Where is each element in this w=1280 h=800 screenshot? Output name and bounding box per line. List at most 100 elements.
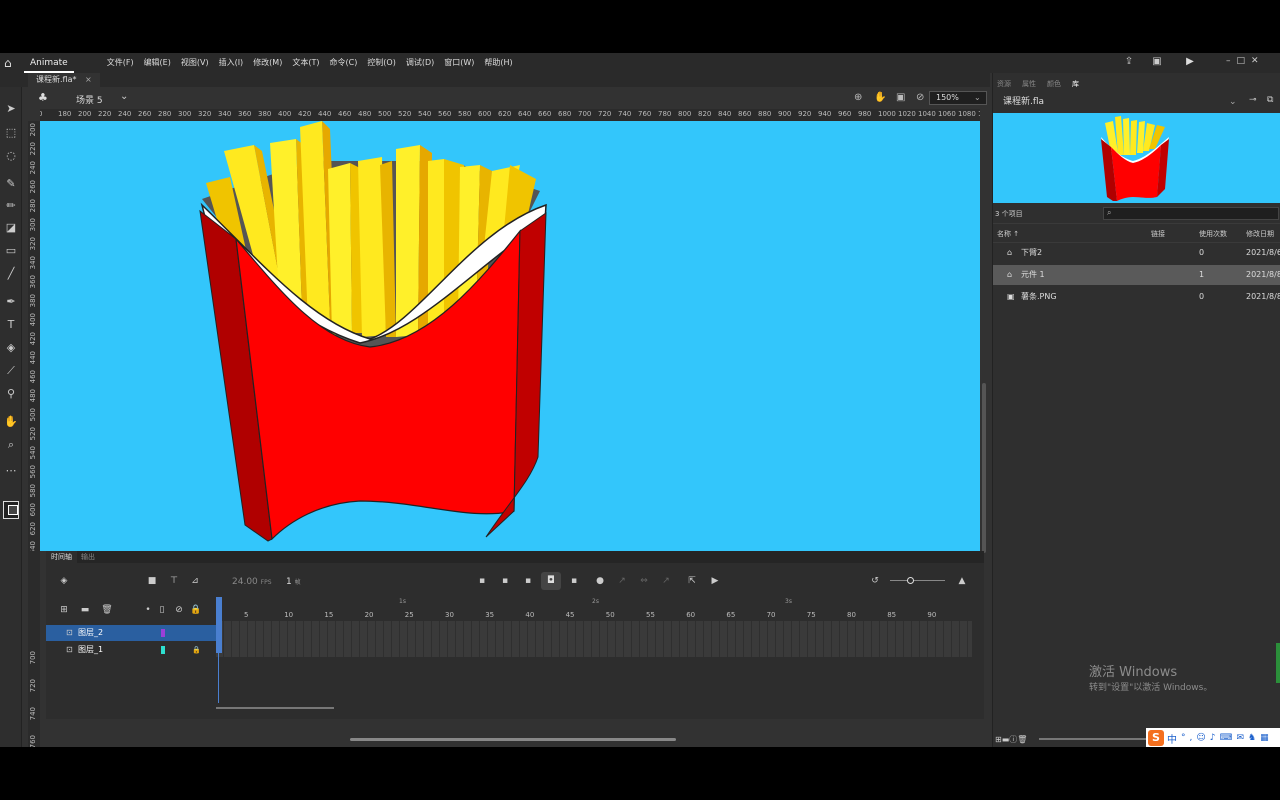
- column-linkage[interactable]: 链接: [1151, 229, 1165, 239]
- menu-item[interactable]: 命令(C): [324, 53, 362, 73]
- mountain-icon[interactable]: ▲: [956, 575, 968, 587]
- menu-item[interactable]: 文本(T): [287, 53, 324, 73]
- more-tools-icon[interactable]: ⋯: [3, 463, 19, 479]
- scene-label[interactable]: 场景 5: [76, 93, 103, 106]
- test-movie-icon[interactable]: ▶: [1183, 56, 1197, 70]
- menu-item[interactable]: 帮助(H): [479, 53, 517, 73]
- chevron-down-icon[interactable]: ⌄: [120, 91, 128, 102]
- ime-toolbar[interactable]: S 中 °,☺♪⌨✉♞▦: [1146, 728, 1280, 747]
- fps-readout[interactable]: 24.00 FPS: [232, 577, 272, 587]
- column-use-count[interactable]: 使用次数: [1199, 229, 1227, 239]
- delete-layer-icon[interactable]: 🗑: [101, 604, 113, 616]
- camera-icon[interactable]: ■: [146, 575, 158, 587]
- library-file-select[interactable]: 课程新.fla ⌄: [1003, 95, 1243, 109]
- tab-output[interactable]: 输出: [76, 551, 100, 563]
- library-item[interactable]: ⌂ 元件 1 1 2021/8/8: [993, 265, 1280, 285]
- parenting-icon[interactable]: ⊤: [168, 575, 180, 587]
- right-panel-tab[interactable]: 颜色: [1047, 79, 1061, 89]
- new-folder-icon[interactable]: ▬: [79, 604, 91, 616]
- lock-icon[interactable]: 🔒: [190, 604, 202, 616]
- stage-h-scrollbar[interactable]: [350, 738, 676, 741]
- library-h-scrollbar[interactable]: [1039, 738, 1149, 740]
- eraser-tool-icon[interactable]: ◪: [3, 220, 19, 236]
- tab-timeline[interactable]: 时间轴: [46, 551, 77, 563]
- pin-icon[interactable]: ⊸: [1249, 95, 1257, 105]
- timeline-h-scrollbar[interactable]: [216, 707, 334, 709]
- menu-item[interactable]: 视图(V): [176, 53, 214, 73]
- brush-tool-icon[interactable]: ✎: [3, 176, 19, 192]
- blank-keyframe-icon[interactable]: ▪: [568, 575, 580, 587]
- layers-icon[interactable]: ◈: [58, 575, 70, 587]
- home-icon[interactable]: ⌂: [4, 56, 20, 70]
- layer-color-swatch[interactable]: [161, 629, 165, 637]
- visibility-icon[interactable]: ⊘: [173, 604, 185, 616]
- new-library-icon[interactable]: ⧉: [1267, 95, 1273, 105]
- tween-icon[interactable]: ↗: [616, 575, 628, 587]
- menu-item[interactable]: 文件(F): [102, 53, 139, 73]
- share-icon[interactable]: ⇪: [1122, 56, 1136, 70]
- ime-tool-icons[interactable]: °,☺♪⌨✉♞▦: [1181, 733, 1273, 743]
- right-panel-tab[interactable]: 库: [1072, 79, 1079, 89]
- loop-playback-icon[interactable]: ⇱: [686, 575, 698, 587]
- menu-item[interactable]: 调试(D): [401, 53, 439, 73]
- timeline-zoom-slider[interactable]: [890, 580, 945, 581]
- menu-item[interactable]: 编辑(E): [139, 53, 176, 73]
- layer-name[interactable]: 图层_2: [78, 625, 103, 641]
- pencil-tool-icon[interactable]: ✏: [3, 198, 19, 214]
- lock-icon[interactable]: 🔒: [192, 642, 201, 658]
- undo-icon[interactable]: ↺: [869, 575, 881, 587]
- prev-frame-icon[interactable]: ▪: [499, 575, 511, 587]
- frame-ruler[interactable]: 1s 2s 3s 5 10 15 20 25 30 35 40 45 50 55 60 65 70 75 80 85 9…: [216, 597, 972, 621]
- frames-grid[interactable]: [216, 621, 972, 657]
- library-search-input[interactable]: ⌕: [1103, 207, 1279, 220]
- menu-item[interactable]: 插入(I): [214, 53, 249, 73]
- edit-multiple-icon[interactable]: ⇔: [638, 575, 650, 587]
- library-item[interactable]: ▣ 薯条.PNG 0 2021/8/8: [993, 287, 1280, 307]
- onion-skin-icon[interactable]: ●: [594, 575, 606, 587]
- free-transform-tool-icon[interactable]: ⬚: [3, 125, 19, 141]
- library-bottom-icons[interactable]: ⊞▬ⓘ🗑: [995, 734, 1027, 745]
- pin-tool-icon[interactable]: ⚲: [3, 386, 19, 402]
- next-frame-icon[interactable]: ▪: [522, 575, 534, 587]
- fill-color-swatch[interactable]: [8, 505, 18, 515]
- eyedropper-tool-icon[interactable]: ⟋: [3, 363, 19, 379]
- menu-item[interactable]: 窗口(W): [439, 53, 479, 73]
- insert-keyframe-icon[interactable]: ◘: [541, 572, 561, 590]
- paint-bucket-tool-icon[interactable]: ◈: [3, 340, 19, 356]
- document-tab[interactable]: 课程新.fla* ×: [28, 73, 100, 87]
- frame-readout[interactable]: 1 帧: [286, 577, 301, 587]
- column-date[interactable]: 修改日期: [1246, 229, 1274, 239]
- fit-icon[interactable]: ⊘: [916, 92, 924, 103]
- highlight-icon[interactable]: •: [142, 604, 154, 616]
- menu-item[interactable]: 修改(M): [248, 53, 287, 73]
- sogou-logo-icon[interactable]: S: [1148, 730, 1164, 746]
- lasso-tool-icon[interactable]: ◌: [3, 148, 19, 164]
- menu-item[interactable]: 控制(O): [362, 53, 401, 73]
- window-controls[interactable]: –□✕: [1226, 56, 1276, 70]
- layer-name[interactable]: 图层_1: [78, 642, 103, 658]
- selection-tool-icon[interactable]: ➤: [3, 101, 19, 117]
- text-tool-icon[interactable]: T: [3, 317, 19, 333]
- hand-tool-icon[interactable]: ✋: [3, 414, 19, 430]
- center-stage-icon[interactable]: ⊕: [854, 92, 862, 103]
- ime-mode[interactable]: 中: [1167, 731, 1177, 746]
- library-item[interactable]: ⌂ 下臂2 0 2021/8/6: [993, 243, 1280, 263]
- zoom-tool-icon[interactable]: ⌕: [3, 437, 19, 453]
- fries-artwork[interactable]: [40, 121, 980, 551]
- outline-icon[interactable]: ▯: [156, 604, 168, 616]
- new-layer-icon[interactable]: ⊞: [58, 604, 70, 616]
- play-icon[interactable]: ▶: [709, 575, 721, 587]
- clip-icon[interactable]: ▣: [896, 92, 905, 103]
- timeline-zoom-handle[interactable]: [907, 577, 914, 584]
- playhead[interactable]: [216, 597, 222, 653]
- layer-color-swatch[interactable]: [161, 646, 165, 654]
- stage-scrollbar[interactable]: [982, 383, 986, 553]
- rectangle-tool-icon[interactable]: ▭: [3, 243, 19, 259]
- workspace-icon[interactable]: ▣: [1150, 56, 1164, 70]
- zoom-select[interactable]: 150% ⌄: [929, 91, 987, 105]
- layer-row[interactable]: ⊡ 图层_1 🔒: [46, 642, 216, 658]
- layer-row[interactable]: ⊡ 图层_2: [46, 625, 216, 641]
- right-panel-tab[interactable]: 资源: [997, 79, 1011, 89]
- line-tool-icon[interactable]: ╱: [3, 266, 19, 282]
- column-name[interactable]: 名称 ↑: [997, 229, 1019, 239]
